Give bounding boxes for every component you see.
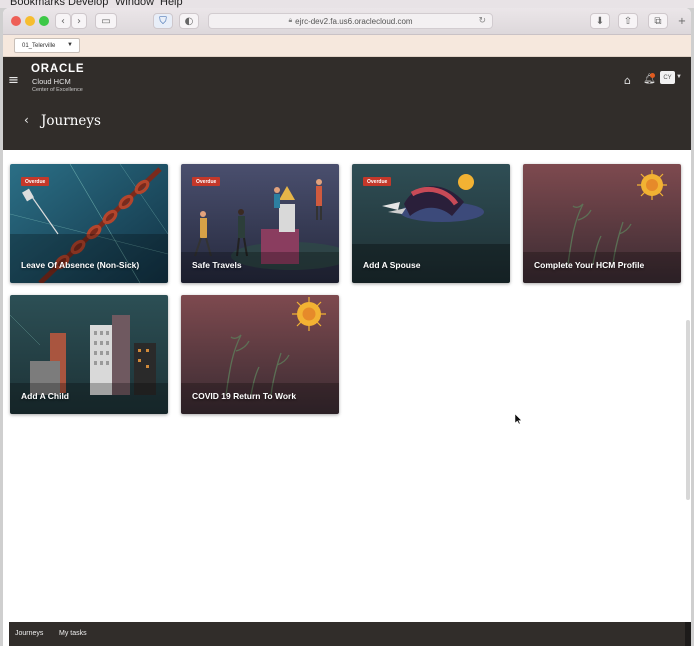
footer-link-journeys[interactable]: Journeys — [15, 630, 43, 637]
minimize-window-button[interactable] — [25, 16, 35, 26]
card-title: Safe Travels — [192, 260, 242, 270]
footer-nav: Journeys My tasks — [9, 622, 685, 646]
page-scrollbar[interactable] — [686, 320, 690, 500]
journey-card-covid-return-to-work[interactable]: COVID 19 Return To Work — [181, 295, 339, 414]
card-title: Complete Your HCM Profile — [534, 260, 645, 270]
mac-menu-bar: Bookmarks Develop Window Help — [0, 0, 694, 8]
lock-icon: 🔒︎ — [288, 17, 293, 24]
shield-icon: ⛉ — [159, 15, 167, 27]
privacy-button[interactable]: ◐ — [179, 13, 199, 29]
hamburger-menu-icon[interactable]: ≡ — [8, 73, 19, 88]
close-window-button[interactable] — [11, 16, 21, 26]
tabs-icon: ⧉ — [654, 15, 662, 27]
page-title: Journeys — [41, 113, 101, 129]
home-icon[interactable]: ⌂ — [624, 74, 631, 87]
journey-card-safe-travels[interactable]: Overdue Safe Travels — [181, 164, 339, 283]
menu-bookmarks[interactable]: Bookmarks — [10, 0, 65, 8]
footer-edge — [685, 622, 691, 646]
share-button[interactable]: ⇧ — [618, 13, 638, 29]
caret-down-icon: ▼ — [67, 42, 73, 48]
menu-develop[interactable]: Develop — [68, 0, 108, 8]
card-title: Add A Spouse — [363, 260, 421, 270]
menu-window[interactable]: Window — [115, 0, 154, 8]
share-icon: ⇧ — [623, 15, 633, 27]
environment-value: 01_Telerville — [22, 42, 56, 49]
caret-down-icon[interactable]: ▼ — [676, 74, 682, 80]
downloads-button[interactable]: ⬇ — [590, 13, 610, 29]
plus-icon: + — [677, 15, 687, 27]
journey-card-add-a-child[interactable]: Add A Child — [10, 295, 168, 414]
product-name: Cloud HCM — [32, 77, 71, 86]
back-nav-button[interactable]: ‹ — [55, 13, 71, 29]
environment-bar: 01_Telerville ▼ — [3, 35, 691, 57]
chevron-left-icon: ‹ — [61, 15, 65, 27]
browser-window: ‹ › ▭ ⛉ ◐ 🔒︎ ejrc-dev2.fa.us6.oracleclou… — [3, 8, 691, 646]
sidebar-toggle-button[interactable]: ▭ — [95, 13, 117, 29]
card-title: Leave Of Absence (Non-Sick) — [21, 260, 140, 270]
sidebar-icon: ▭ — [101, 15, 111, 27]
reload-icon[interactable]: ↻ — [478, 16, 486, 26]
browser-toolbar: ‹ › ▭ ⛉ ◐ 🔒︎ ejrc-dev2.fa.us6.oracleclou… — [3, 8, 691, 35]
chevron-right-icon: › — [77, 15, 81, 27]
card-title: COVID 19 Return To Work — [192, 391, 297, 401]
notification-badge — [650, 73, 655, 78]
footer-link-my-tasks[interactable]: My tasks — [59, 630, 87, 637]
url-text: ejrc-dev2.fa.us6.oraclecloud.com — [295, 16, 413, 26]
forward-nav-button[interactable]: › — [71, 13, 87, 29]
card-title: Add A Child — [21, 391, 69, 401]
tabs-button[interactable]: ⧉ — [648, 13, 668, 29]
address-bar[interactable]: 🔒︎ ejrc-dev2.fa.us6.oraclecloud.com ↻ — [208, 13, 493, 29]
back-arrow-icon[interactable]: ‹ — [24, 113, 29, 127]
menu-help[interactable]: Help — [160, 0, 183, 8]
journey-card-add-a-spouse[interactable]: Overdue Add A Spouse — [352, 164, 510, 283]
extension-button[interactable]: ⛉ — [153, 13, 173, 29]
journey-card-complete-hcm-profile[interactable]: Complete Your HCM Profile — [523, 164, 681, 283]
user-avatar[interactable]: CY — [660, 71, 675, 84]
app-header: ≡ ORACLE Cloud HCM Center of Excellence … — [3, 57, 691, 150]
journey-card-leave-of-absence[interactable]: Overdue Leave Of Absence (Non-Sick) — [10, 164, 168, 283]
product-subtitle: Center of Excellence — [32, 87, 83, 93]
mouse-cursor-icon — [515, 414, 522, 424]
overdue-badge: Overdue — [192, 177, 221, 186]
download-icon: ⬇ — [595, 15, 605, 27]
overdue-badge: Overdue — [21, 177, 50, 186]
journeys-grid: Overdue Leave Of Absence (Non-Sick) Over… — [3, 150, 691, 622]
oracle-logo[interactable]: ORACLE — [31, 63, 84, 75]
zoom-window-button[interactable] — [39, 16, 49, 26]
new-tab-button[interactable]: + — [675, 13, 689, 29]
half-circle-icon: ◐ — [184, 15, 194, 27]
environment-select[interactable]: 01_Telerville ▼ — [14, 38, 80, 53]
overdue-badge: Overdue — [363, 177, 392, 186]
